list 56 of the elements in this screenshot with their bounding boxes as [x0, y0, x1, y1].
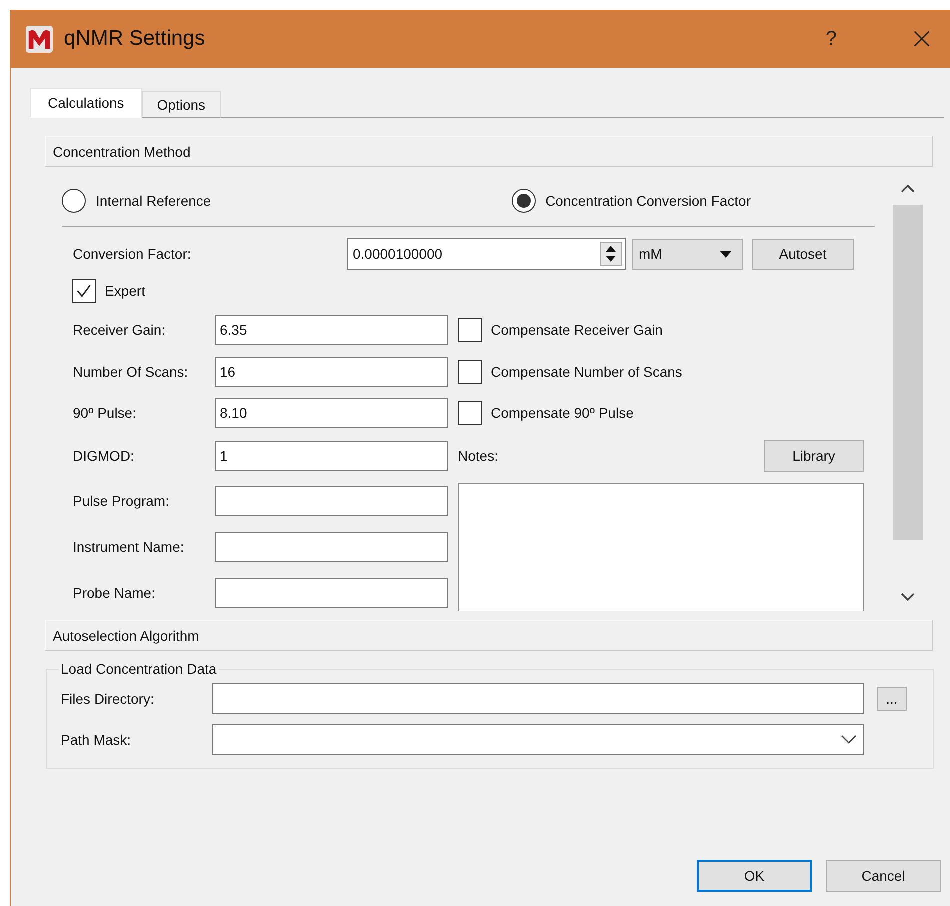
browse-button[interactable]: ... — [877, 686, 907, 710]
input-field[interactable] — [212, 683, 864, 714]
checkbox-label: Compensate 90º Pulse — [491, 405, 634, 421]
field-label: Conversion Factor: — [72, 246, 192, 262]
radio-button[interactable] — [512, 188, 536, 212]
radio-button[interactable] — [62, 188, 86, 212]
checkbox[interactable] — [458, 401, 482, 425]
caret-icon — [720, 250, 732, 258]
input-field[interactable]: 16 — [215, 357, 448, 387]
help-button[interactable]: ? — [822, 28, 841, 50]
notes-field[interactable] — [458, 483, 864, 611]
field-label: Pulse Program: — [73, 493, 170, 509]
input-field[interactable]: 8.10 — [215, 398, 448, 428]
input-field[interactable] — [215, 578, 448, 608]
close-icon[interactable] — [913, 30, 931, 48]
checkbox-label: Compensate Number of Scans — [491, 364, 682, 380]
path-dropdown[interactable] — [212, 724, 864, 755]
input-field[interactable]: 1 — [215, 441, 448, 471]
input-field[interactable] — [215, 532, 448, 562]
field-label: 90º Pulse: — [73, 405, 138, 421]
dialog-button[interactable]: OK — [697, 860, 812, 892]
scroll-up-icon[interactable] — [901, 185, 915, 193]
chevron-icon — [841, 735, 857, 744]
dialog-button[interactable]: Cancel — [826, 860, 941, 892]
input-field[interactable] — [215, 486, 448, 516]
check-icon — [75, 282, 93, 300]
field-label: Files Directory: — [61, 690, 156, 706]
group-title: Load Concentration Data — [60, 661, 218, 677]
checkbox[interactable] — [72, 279, 96, 303]
field-label: DIGMOD: — [73, 448, 136, 464]
tab[interactable]: Options — [142, 91, 221, 118]
checkbox[interactable] — [458, 360, 482, 384]
radio-label: Internal Reference — [96, 192, 212, 208]
field-label: Number Of Scans: — [73, 364, 190, 380]
spin-field[interactable]: 0.0000100000 — [347, 238, 626, 270]
input-field[interactable]: 6.35 — [215, 315, 448, 345]
section-header[interactable]: Autoselection Algorithm — [45, 620, 933, 651]
checkbox-label: Expert — [105, 283, 146, 299]
window-title: qNMR Settings — [64, 27, 206, 51]
unit-dropdown[interactable]: mM — [632, 238, 743, 270]
scroll-thumb[interactable] — [893, 205, 923, 540]
spin-arrows-icon[interactable] — [600, 242, 622, 266]
autoset-button[interactable]: Autoset — [752, 238, 854, 270]
section-header[interactable]: Concentration Method — [45, 136, 933, 167]
logo-icon — [26, 26, 53, 52]
library-button[interactable]: Library — [764, 440, 864, 472]
field-label: Receiver Gain: — [73, 322, 167, 338]
notes-label: Notes: — [458, 448, 498, 464]
checkbox-label: Compensate Receiver Gain — [491, 322, 663, 338]
field-label: Path Mask: — [61, 732, 132, 748]
checkbox[interactable] — [458, 318, 482, 342]
radio-label: Concentration Conversion Factor — [546, 192, 751, 208]
field-label: Instrument Name: — [73, 539, 186, 555]
scroll-down-icon[interactable] — [901, 593, 915, 601]
field-label: Probe Name: — [73, 585, 156, 601]
tab[interactable]: Calculations — [30, 88, 142, 118]
